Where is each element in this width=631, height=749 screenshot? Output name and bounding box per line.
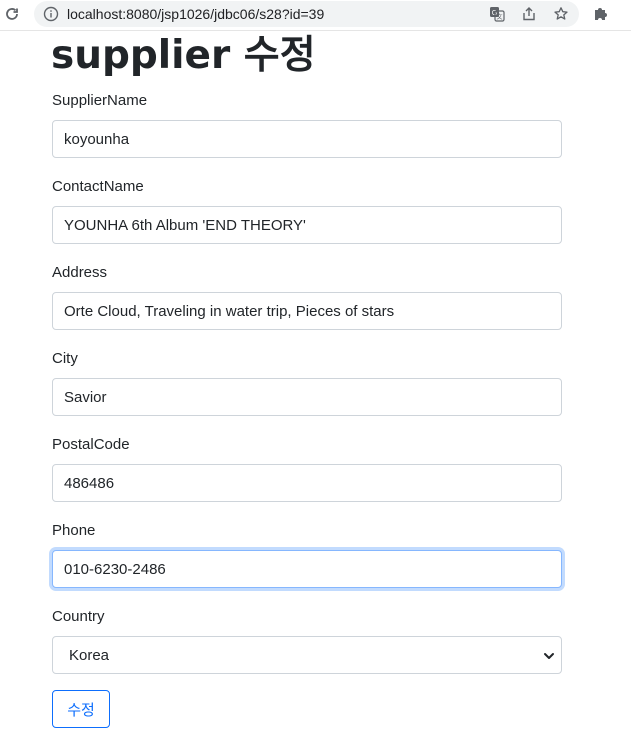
country-select[interactable]: Korea bbox=[52, 636, 562, 674]
supplier-name-label: SupplierName bbox=[52, 92, 148, 109]
postal-code-input[interactable] bbox=[52, 464, 562, 502]
address-label: Address bbox=[52, 264, 108, 281]
chevron-down-icon bbox=[543, 650, 555, 662]
bookmark-star-icon[interactable] bbox=[553, 6, 569, 22]
postal-code-label: PostalCode bbox=[52, 436, 130, 453]
info-icon[interactable] bbox=[43, 6, 59, 22]
supplier-name-input[interactable] bbox=[52, 120, 562, 158]
address-bar[interactable]: localhost:8080/jsp1026/jdbc06/s28?id=39 … bbox=[34, 1, 579, 27]
contact-name-label: ContactName bbox=[52, 178, 144, 195]
phone-label: Phone bbox=[52, 522, 96, 539]
submit-button[interactable]: 수정 bbox=[52, 690, 110, 728]
svg-text:文: 文 bbox=[496, 13, 502, 21]
translate-icon[interactable]: G 文 bbox=[489, 6, 505, 22]
page-title: supplier 수정 bbox=[51, 33, 316, 78]
share-icon[interactable] bbox=[521, 6, 537, 22]
extensions-icon[interactable] bbox=[593, 5, 609, 21]
city-input[interactable] bbox=[52, 378, 562, 416]
url-text: localhost:8080/jsp1026/jdbc06/s28?id=39 bbox=[67, 6, 325, 22]
city-label: City bbox=[52, 350, 78, 367]
reload-icon[interactable] bbox=[2, 4, 22, 24]
browser-toolbar: localhost:8080/jsp1026/jdbc06/s28?id=39 … bbox=[0, 0, 631, 31]
contact-name-input[interactable] bbox=[52, 206, 562, 244]
country-label: Country bbox=[52, 608, 105, 625]
country-selected-value: Korea bbox=[69, 647, 110, 664]
phone-input[interactable] bbox=[52, 550, 562, 588]
address-input[interactable] bbox=[52, 292, 562, 330]
